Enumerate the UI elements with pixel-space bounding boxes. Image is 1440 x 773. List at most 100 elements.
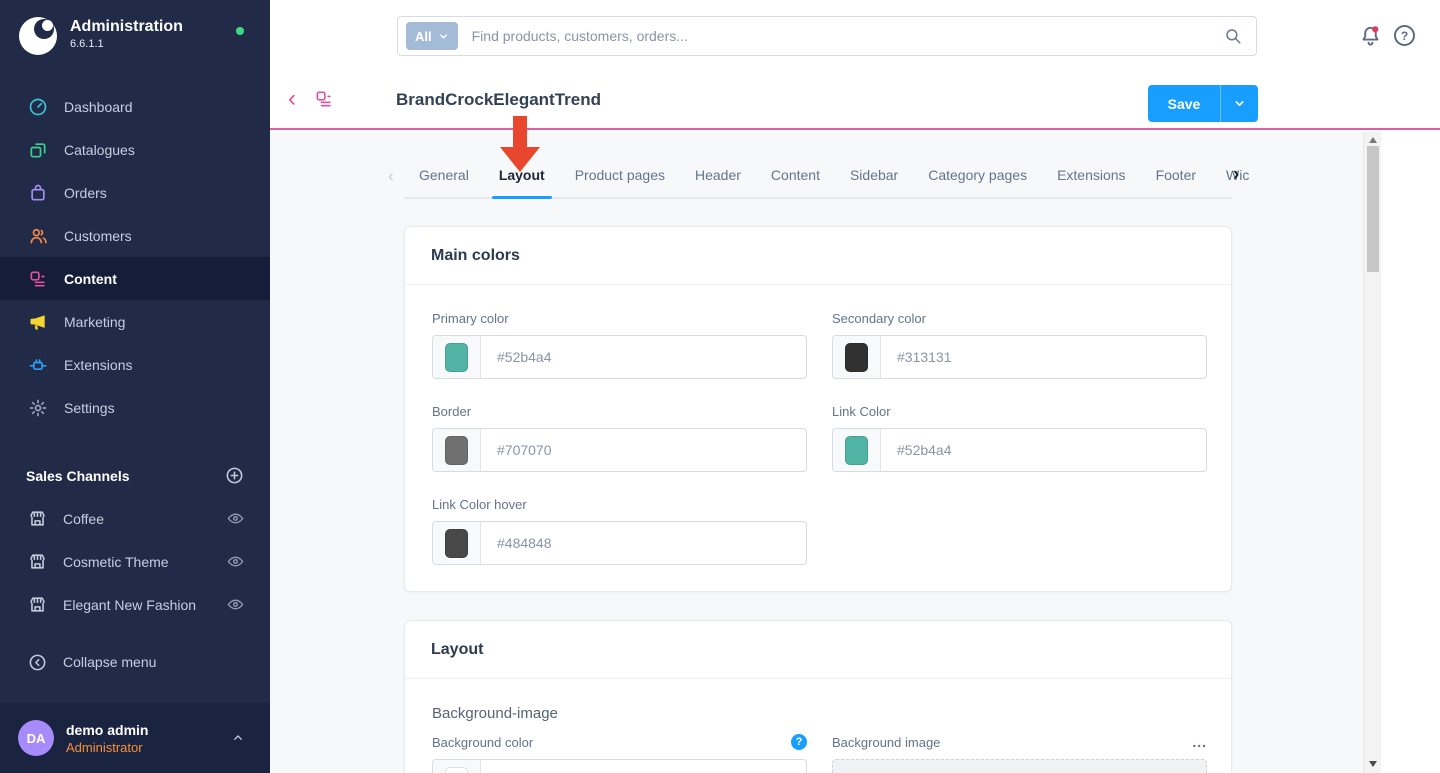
field-label: Secondary color — [832, 311, 1207, 326]
topbar: All ? — [270, 0, 1440, 72]
settings-gear-icon — [28, 398, 48, 418]
search-icon[interactable] — [1224, 27, 1242, 45]
visibility-eye-button[interactable] — [227, 553, 244, 570]
sidebar-item-label: Marketing — [64, 314, 125, 330]
sidebar-item-extensions[interactable]: Extensions — [0, 343, 270, 386]
search-scope-label: All — [415, 29, 432, 44]
tabs-scroll-right-button[interactable]: › — [1233, 164, 1239, 186]
color-input[interactable]: #484848 — [432, 521, 807, 565]
global-search[interactable]: All — [397, 16, 1257, 56]
color-picker-button[interactable] — [833, 336, 881, 378]
color-input[interactable]: #ffffff — [432, 759, 807, 773]
tab-extensions[interactable]: Extensions — [1042, 153, 1140, 197]
collapse-menu-label: Collapse menu — [63, 654, 156, 670]
field-primary-color: Primary color #52b4a4 — [432, 311, 807, 379]
tab-category-pages[interactable]: Category pages — [913, 153, 1042, 197]
back-button[interactable]: ‹ — [288, 86, 296, 112]
storefront-icon — [28, 552, 47, 571]
shopware-logo-icon — [18, 16, 58, 56]
avatar: DA — [18, 720, 54, 756]
sales-channel-label: Coffee — [63, 511, 227, 527]
image-upload-dropzone[interactable] — [832, 759, 1207, 773]
save-options-button[interactable] — [1220, 85, 1258, 122]
color-swatch — [845, 436, 868, 465]
extensions-icon — [28, 355, 48, 375]
tab-product-pages[interactable]: Product pages — [560, 153, 680, 197]
save-button[interactable]: Save — [1148, 85, 1220, 122]
field-link-color-hover: Link Color hover #484848 — [432, 497, 807, 565]
color-swatch — [445, 767, 468, 773]
notifications-button[interactable] — [1359, 24, 1382, 47]
status-dot — [236, 27, 244, 35]
color-input[interactable]: #52b4a4 — [432, 335, 807, 379]
storefront-icon — [28, 509, 47, 528]
sidebar-item-label: Settings — [64, 400, 115, 416]
sidebar-item-dashboard[interactable]: Dashboard — [0, 85, 270, 128]
sales-channel-cosmetic-theme[interactable]: Cosmetic Theme — [0, 540, 270, 583]
color-input[interactable]: #52b4a4 — [832, 428, 1207, 472]
visibility-eye-button[interactable] — [227, 596, 244, 613]
sidebar-item-label: Orders — [64, 185, 107, 201]
search-scope-dropdown[interactable]: All — [406, 22, 458, 50]
marketing-icon — [28, 312, 48, 332]
search-input[interactable] — [472, 28, 1224, 44]
scrollbar-thumb[interactable] — [1367, 146, 1379, 272]
sales-channel-label: Elegant New Fashion — [63, 597, 227, 613]
field-label: Background image — [832, 735, 940, 750]
main-area: All ? ‹ Bra — [270, 0, 1440, 773]
app-version: 6.6.1.1 — [70, 38, 183, 50]
color-swatch — [445, 436, 468, 465]
field-secondary-color: Secondary color #313131 — [832, 311, 1207, 379]
page-title: BrandCrockElegantTrend — [396, 90, 601, 110]
visibility-eye-button[interactable] — [227, 510, 244, 527]
tab-header[interactable]: Header — [680, 153, 756, 197]
field-border: Border #707070 — [432, 404, 807, 472]
scroll-down-icon[interactable] — [1369, 761, 1377, 767]
sidebar-item-orders[interactable]: Orders — [0, 171, 270, 214]
color-swatch — [845, 343, 868, 372]
content-scroll-area: ‹ General Layout Product pages Header Co… — [270, 132, 1440, 773]
sidebar-item-catalogues[interactable]: Catalogues — [0, 128, 270, 171]
sidebar-item-content[interactable]: Content — [0, 257, 270, 300]
context-menu-button[interactable]: ... — [1192, 734, 1207, 750]
tab-footer[interactable]: Footer — [1141, 153, 1211, 197]
color-input[interactable]: #313131 — [832, 335, 1207, 379]
storefront-icon — [28, 595, 47, 614]
user-menu[interactable]: DA demo admin Administrator — [0, 703, 270, 773]
bell-icon — [1359, 24, 1382, 47]
sidebar-item-settings[interactable]: Settings — [0, 386, 270, 429]
collapse-circle-icon — [28, 653, 47, 672]
customers-icon — [28, 226, 48, 246]
color-value: #52b4a4 — [897, 442, 952, 458]
tab-content[interactable]: Content — [756, 153, 835, 197]
sales-channels-heading: Sales Channels — [26, 468, 225, 484]
color-picker-button[interactable] — [833, 429, 881, 471]
layout-card: Layout Background-image Background color… — [404, 620, 1232, 773]
color-picker-button[interactable] — [433, 760, 481, 773]
collapse-menu-button[interactable]: Collapse menu — [0, 642, 270, 682]
sidebar-item-customers[interactable]: Customers — [0, 214, 270, 257]
sales-channel-elegant-new-fashion[interactable]: Elegant New Fashion — [0, 583, 270, 626]
color-swatch — [445, 343, 468, 372]
color-picker-button[interactable] — [433, 429, 481, 471]
color-input[interactable]: #707070 — [432, 428, 807, 472]
color-picker-button[interactable] — [433, 336, 481, 378]
eye-icon — [227, 510, 244, 527]
user-role: Administrator — [66, 740, 230, 755]
field-label: Background color — [432, 735, 533, 750]
content-icon — [28, 269, 48, 289]
add-sales-channel-button[interactable] — [225, 466, 244, 485]
color-value: #707070 — [497, 442, 552, 458]
tab-sidebar[interactable]: Sidebar — [835, 153, 913, 197]
tabs-scroll-left-button[interactable]: ‹ — [388, 166, 394, 187]
color-value: #484848 — [497, 535, 552, 551]
help-button[interactable]: ? — [1394, 25, 1415, 46]
scroll-up-icon[interactable] — [1369, 137, 1377, 143]
sidebar-item-label: Extensions — [64, 357, 132, 373]
tab-general[interactable]: General — [404, 153, 484, 197]
field-help-icon[interactable]: ? — [791, 734, 807, 750]
sidebar-item-marketing[interactable]: Marketing — [0, 300, 270, 343]
sales-channel-coffee[interactable]: Coffee — [0, 497, 270, 540]
vertical-scrollbar[interactable] — [1363, 132, 1381, 773]
color-picker-button[interactable] — [433, 522, 481, 564]
